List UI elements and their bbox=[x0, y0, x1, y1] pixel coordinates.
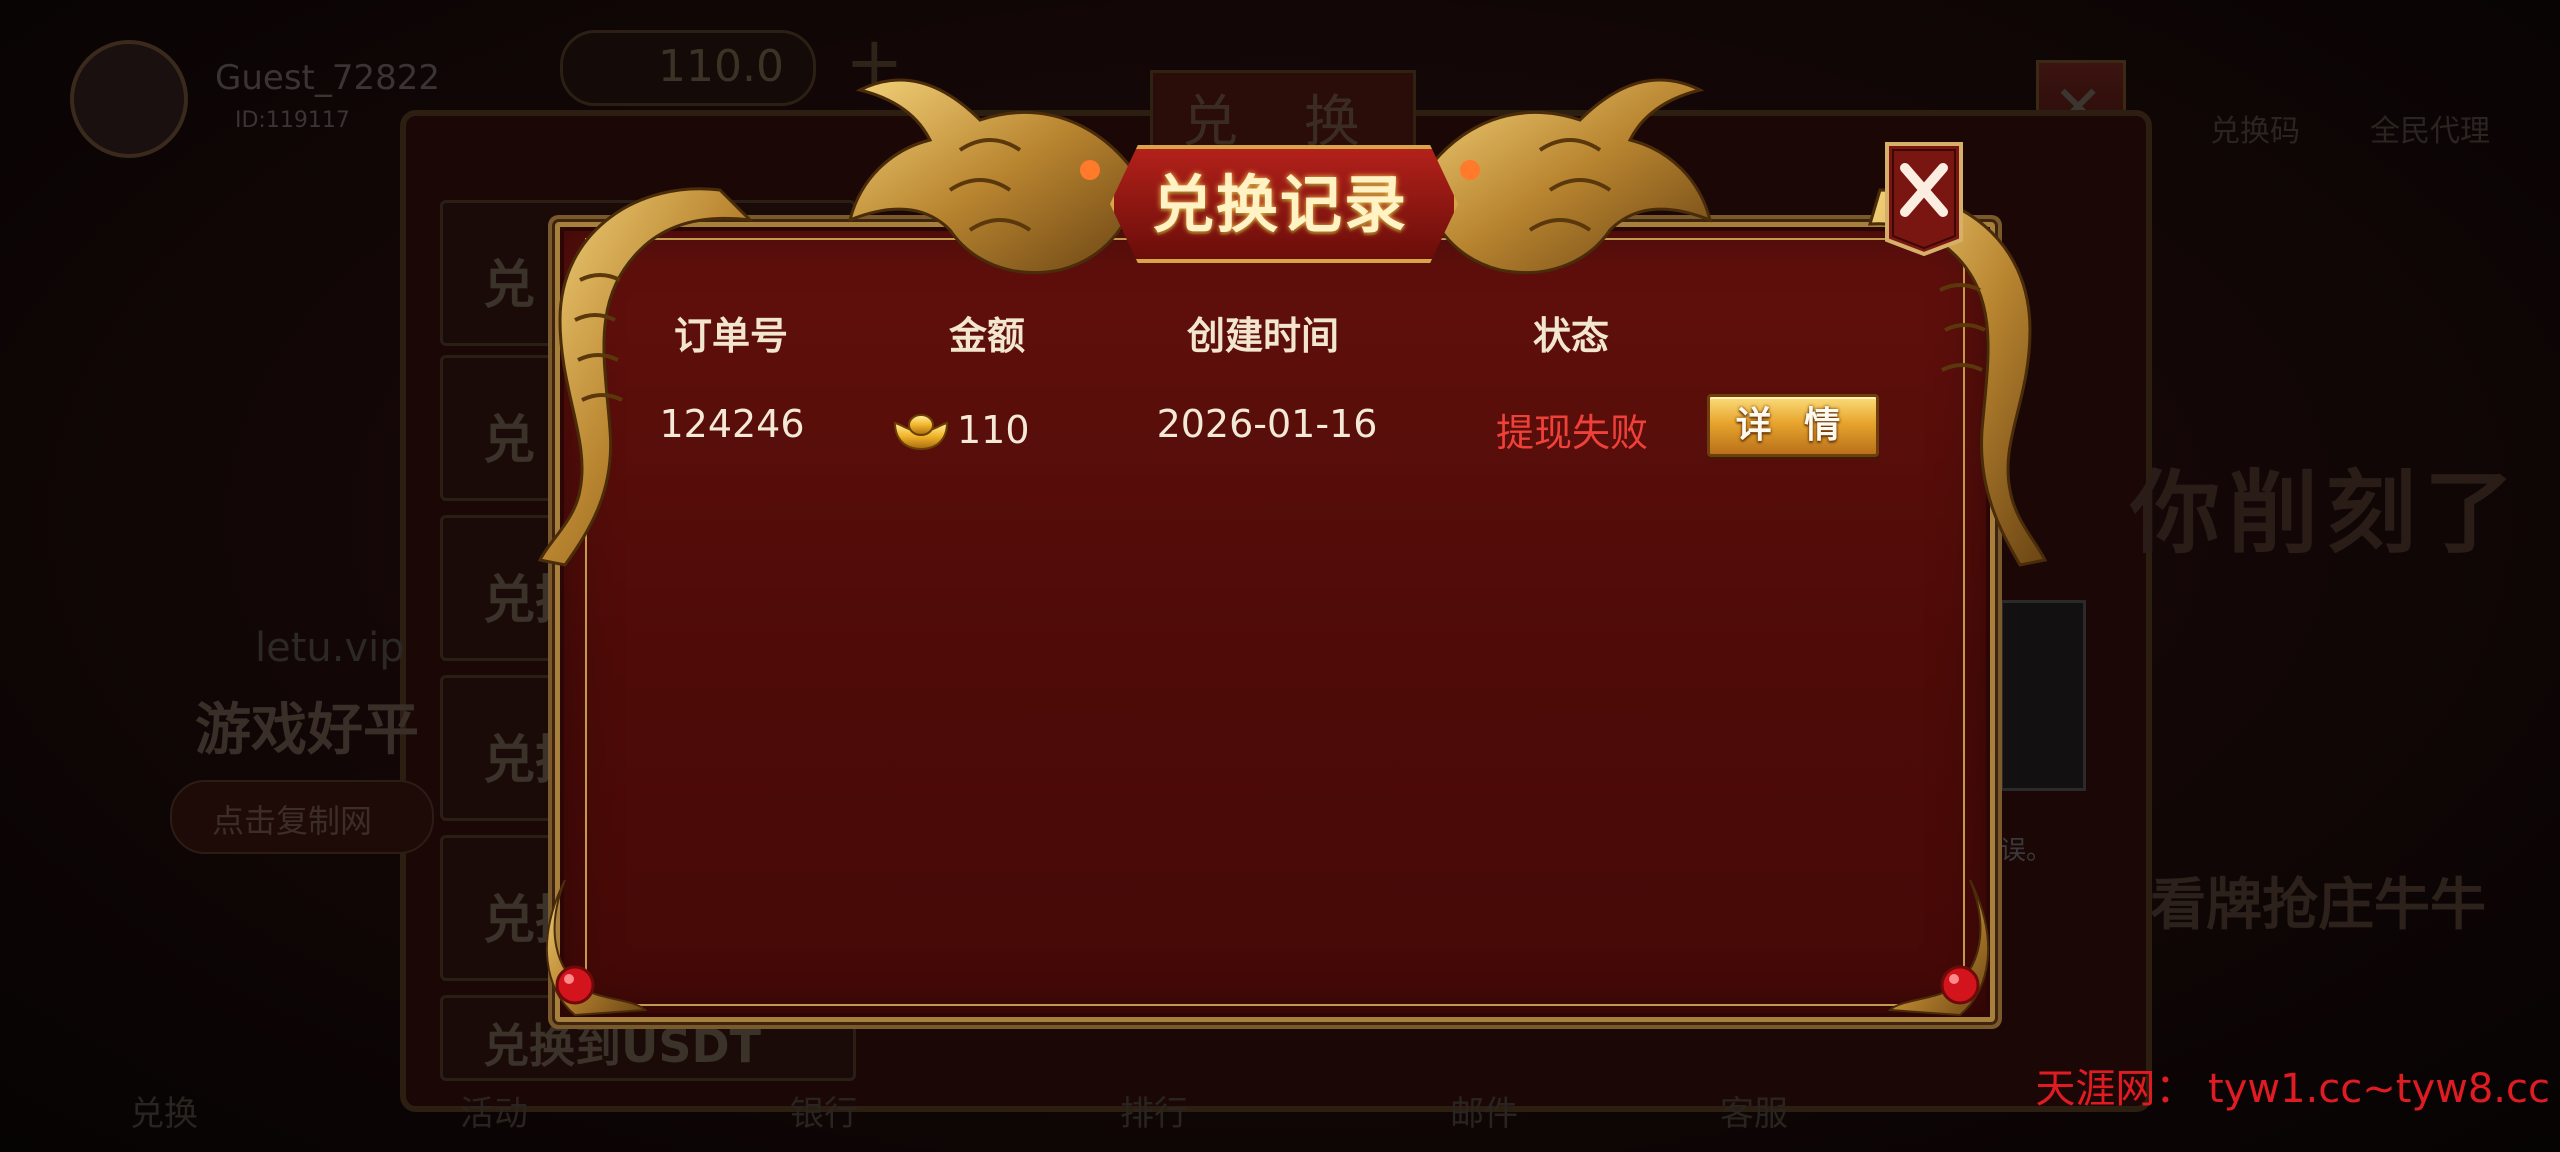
dialog-title: 兑换记录 bbox=[1151, 168, 1408, 241]
amount-cell: 110 bbox=[893, 400, 1030, 460]
right-corner-gem-ornament bbox=[1887, 879, 1990, 1017]
close-button[interactable] bbox=[1883, 140, 1965, 258]
column-header-created-time: 创建时间 bbox=[1186, 314, 1340, 358]
column-header-status: 状态 bbox=[1532, 314, 1610, 358]
side-banner: 你削刻了 bbox=[2130, 461, 2522, 566]
balance-display: 110.0 bbox=[560, 30, 816, 106]
site-slogan: 游戏好平 bbox=[195, 698, 419, 763]
order-id-cell: 124246 bbox=[659, 402, 805, 446]
nav-rank: 排行 bbox=[1120, 1094, 1188, 1134]
site-address: letu.vip bbox=[255, 625, 405, 671]
avatar bbox=[70, 40, 188, 158]
gold-ingot-icon bbox=[893, 414, 949, 451]
nav-exchange: 兑换 bbox=[130, 1094, 198, 1134]
amount-value: 110 bbox=[957, 408, 1030, 452]
left-dragon-tail-ornament bbox=[537, 187, 755, 567]
side-hint: 误。 bbox=[2000, 836, 2053, 866]
side-box bbox=[2000, 600, 2086, 791]
nav-bank: 银行 bbox=[790, 1094, 858, 1134]
side-banner-game: 看牌抢庄牛牛 bbox=[2150, 873, 2486, 938]
copy-link-button: 点击复制网 bbox=[170, 780, 434, 854]
watermark-text: 天涯网： tyw1.cc~tyw8.cc bbox=[2035, 1066, 2550, 1112]
nav-mail: 邮件 bbox=[1450, 1094, 1518, 1134]
balance-value: 110.0 bbox=[658, 41, 784, 92]
agent-label: 全民代理 bbox=[2370, 114, 2490, 149]
detail-button[interactable]: 详 情 bbox=[1707, 394, 1879, 457]
user-id: ID:119117 bbox=[235, 108, 350, 133]
nav-activity: 活动 bbox=[460, 1094, 528, 1134]
agent-icon: 全民代理 bbox=[2370, 40, 2490, 150]
nav-service: 客服 bbox=[1720, 1094, 1788, 1134]
status-cell: 提现失败 bbox=[1495, 411, 1649, 455]
username: Guest_72822 bbox=[215, 58, 441, 98]
column-header-order-id: 订单号 bbox=[673, 314, 789, 358]
column-header-amount: 金额 bbox=[948, 314, 1026, 358]
left-corner-gem-ornament bbox=[545, 879, 648, 1017]
redeem-code-label: 兑换码 bbox=[2210, 114, 2300, 149]
redeem-code-icon: 兑换码 bbox=[2195, 40, 2315, 150]
created-time-cell: 2026-01-16 bbox=[1156, 402, 1378, 446]
